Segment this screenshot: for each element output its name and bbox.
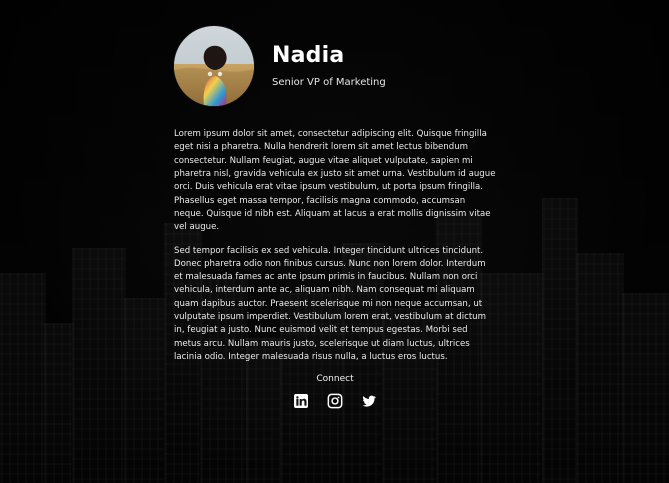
twitter-icon (361, 393, 377, 409)
instagram-link[interactable] (327, 393, 343, 409)
linkedin-link[interactable] (293, 393, 309, 409)
profile-text: Nadia Senior VP of Marketing (272, 43, 386, 88)
profile-card: Nadia Senior VP of Marketing Lorem ipsum… (174, 26, 496, 409)
instagram-icon (327, 393, 343, 409)
linkedin-icon (293, 393, 309, 409)
person-title: Senior VP of Marketing (272, 76, 386, 88)
social-links (174, 393, 496, 409)
bio-paragraph: Lorem ipsum dolor sit amet, consectetur … (174, 129, 496, 233)
connect-label: Connect (316, 374, 354, 385)
connect-section: Connect (174, 374, 496, 409)
twitter-link[interactable] (361, 393, 377, 409)
bio-paragraph: Sed tempor facilisis ex sed vehicula. In… (174, 245, 487, 363)
bio-section: Lorem ipsum dolor sit amet, consectetur … (174, 128, 496, 364)
profile-header: Nadia Senior VP of Marketing (174, 26, 496, 106)
person-name: Nadia (272, 43, 345, 69)
avatar (174, 26, 254, 106)
portrait-image (174, 26, 254, 106)
